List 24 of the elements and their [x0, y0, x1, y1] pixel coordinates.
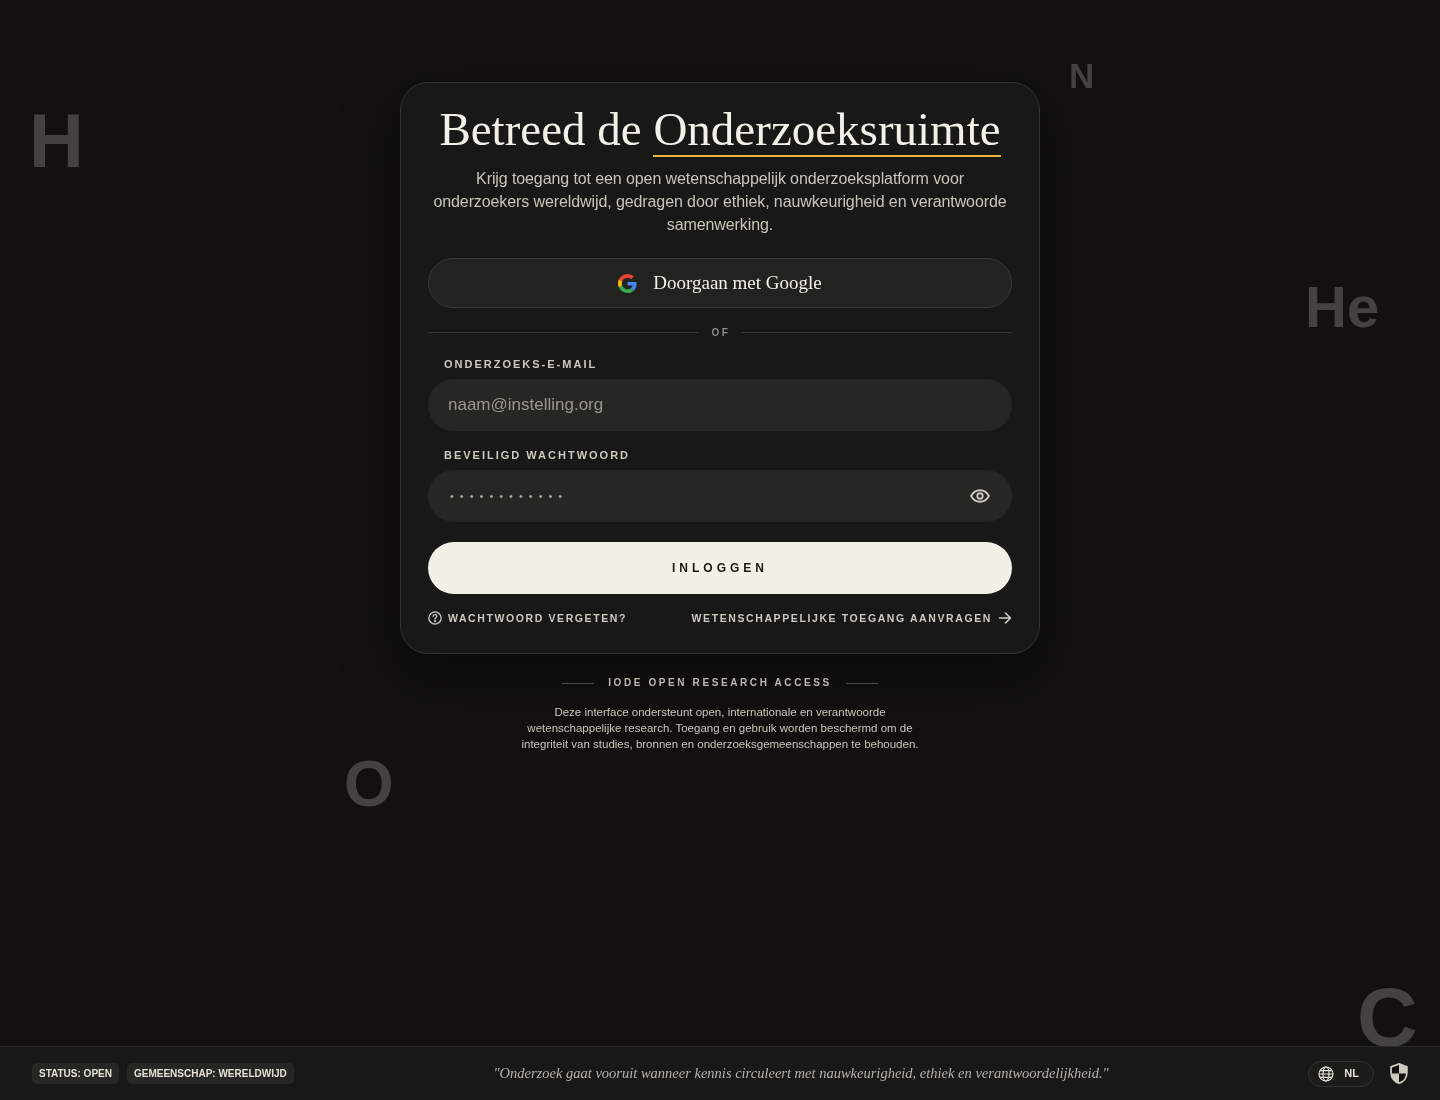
field-label: BEVEILIGD WACHTWOORD — [444, 448, 632, 463]
field-label: ONDERZOEKS-E-MAIL — [444, 357, 599, 372]
language-button[interactable]: NL — [1308, 1060, 1374, 1087]
status-badge: GEMEENSCHAP: WERELDWIJD — [126, 1063, 294, 1084]
email-field[interactable]: naam@instelling.org — [428, 379, 1012, 431]
request-access-link[interactable]: WETENSCHAPPELIJKE TOEGANG AANVRAGEN — [691, 610, 1012, 626]
google-logo-icon — [618, 273, 638, 293]
forgot-password-link[interactable]: WACHTWOORD VERGETEN? — [428, 610, 627, 626]
section-heading: IODE OPEN RESEARCH ACCESS — [607, 676, 833, 690]
password-field[interactable]: •••••••••••• — [428, 470, 1012, 522]
arrow-right-icon — [998, 611, 1012, 625]
divider-text: OF — [710, 325, 732, 340]
globe-icon — [1318, 1065, 1335, 1082]
login-button[interactable]: INLOGGEN — [428, 542, 1012, 594]
status-badge: STATUS: OPEN — [32, 1063, 119, 1084]
eye-icon — [970, 489, 990, 503]
google-signin-button[interactable]: Doorgaan met Google — [428, 258, 1012, 308]
help-icon — [428, 611, 442, 625]
page-title: Betreed de Onderzoeksruimte — [438, 102, 1002, 157]
shield-icon[interactable] — [1390, 1063, 1408, 1084]
show-password-button[interactable] — [970, 489, 990, 503]
intro-text: Krijg toegang tot een open wetenschappelijk onderzoeksplatform voor onderzoekers wereldwijd, gedragen door ethiek, nauwkeurigheid en verantwoorde samenwerking. — [432, 169, 1008, 235]
notice-text: Deze interface ondersteunt open, internationale en verantwoorde wetenschappelijke research. Toegang en gebruik worden beschermd om de integriteit van studies, bronnen en onderzoeksgemeenschappen te behouden. — [520, 705, 920, 752]
footer-quote: "Onderzoek gaat vooruit wanneer kennis circuleert met nauwkeurigheid, ethiek en verantwoordelijkheid." — [493, 1063, 1109, 1083]
